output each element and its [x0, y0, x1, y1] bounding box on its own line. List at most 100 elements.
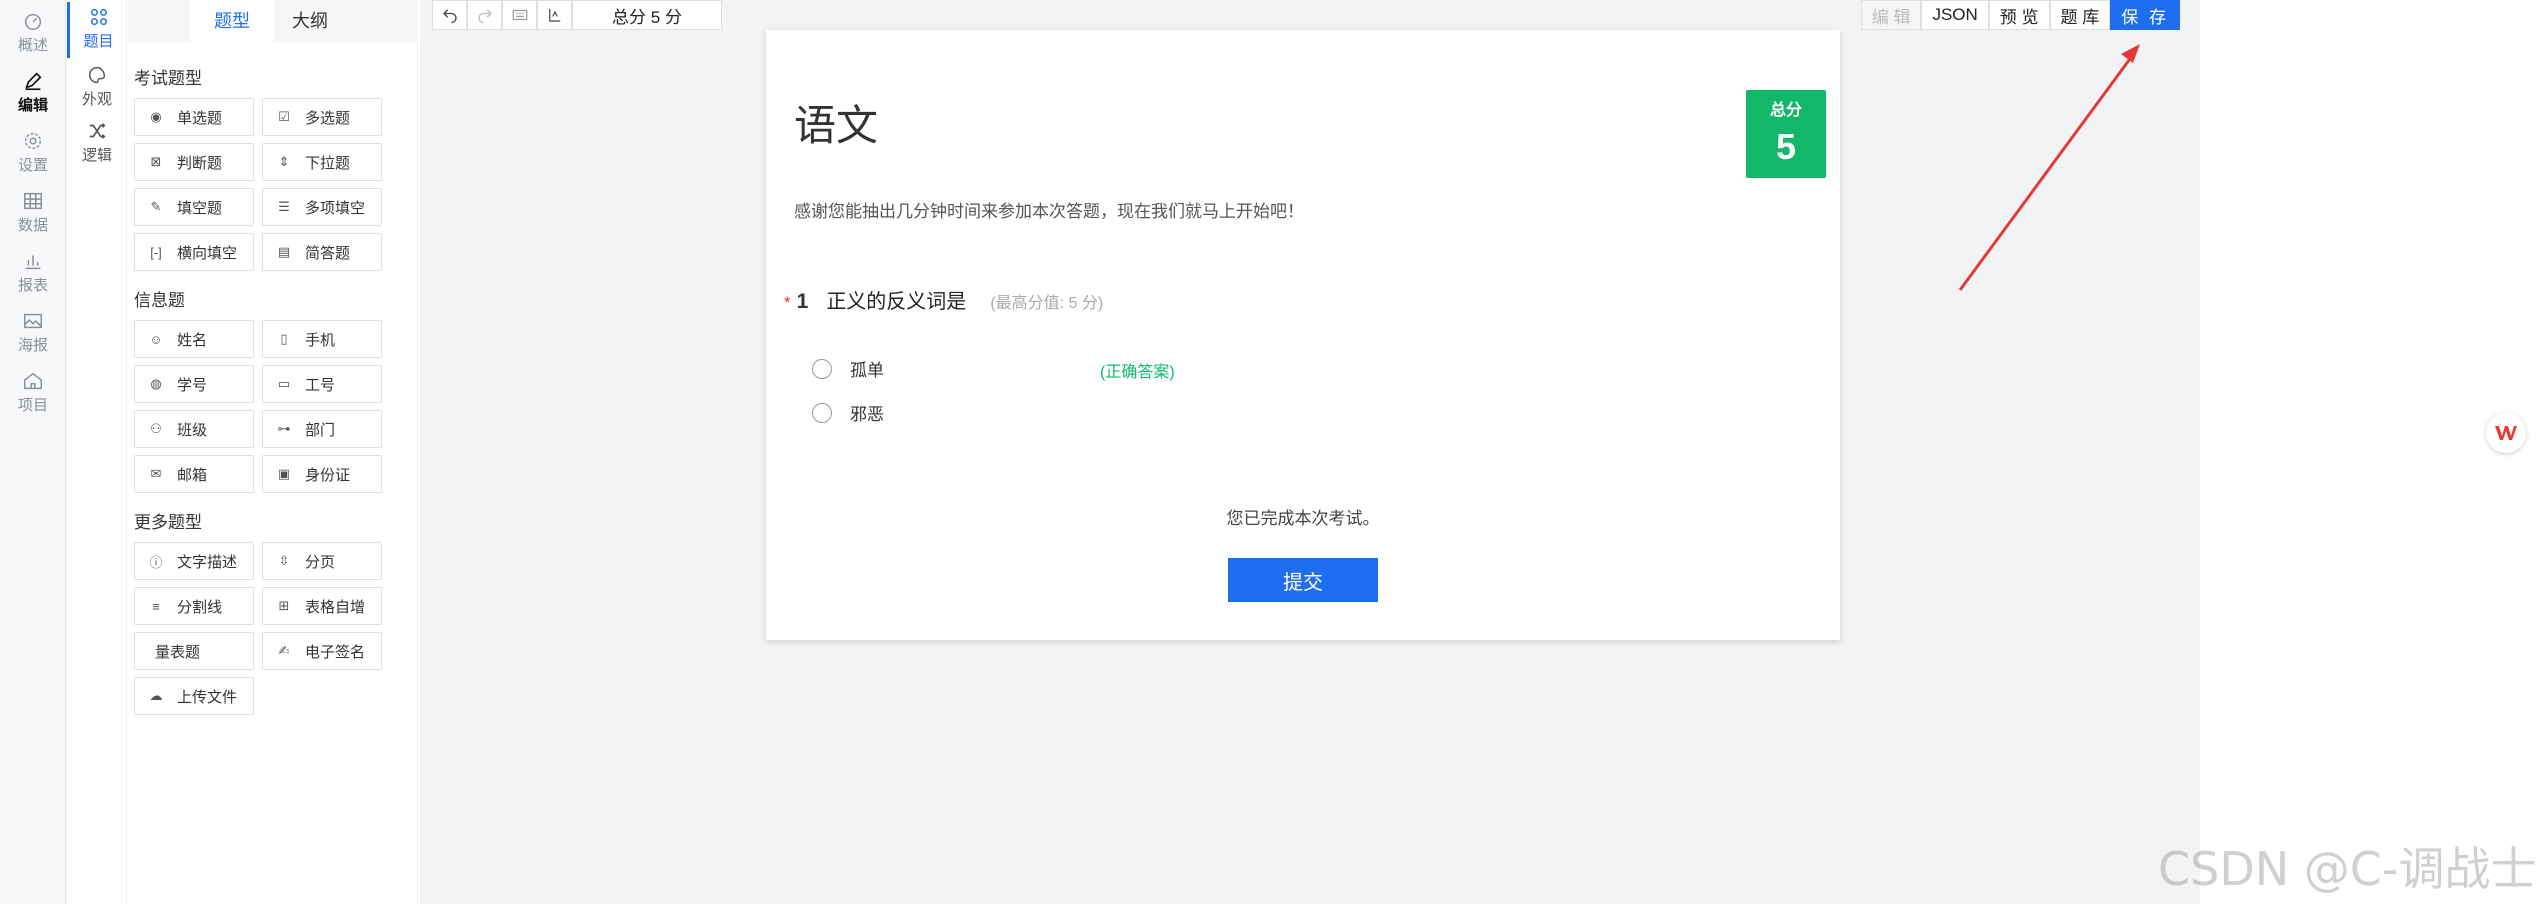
palette-employee-id[interactable]: ▭ 工号 — [262, 365, 382, 403]
palette-label: 单选题 — [177, 109, 223, 127]
palette-phone[interactable]: ▯ 手机 — [262, 320, 382, 358]
grid-icon — [90, 8, 107, 26]
score-badge: 总分 5 — [1746, 90, 1826, 178]
image-icon — [24, 313, 42, 329]
nav-report[interactable]: 报表 — [0, 244, 66, 302]
org-icon: ⊶ — [277, 421, 291, 436]
subnav-questions[interactable]: 题目 — [67, 2, 127, 58]
subnav-appearance[interactable]: 外观 — [67, 60, 127, 116]
undo-icon — [442, 9, 457, 24]
palette-student-id[interactable]: ◍ 学号 — [134, 365, 254, 403]
clear-button[interactable] — [537, 0, 572, 30]
palette-page-break[interactable]: ⇳ 分页 — [262, 542, 382, 580]
radio-button[interactable] — [812, 402, 832, 423]
keyboard-button[interactable] — [502, 0, 537, 30]
palette-multi-fill[interactable]: ☰ 多项填空 — [262, 188, 382, 226]
question-header[interactable]: * 1 正义的反义词是 (最高分值: 5 分) — [784, 285, 1103, 314]
nav-poster-label: 海报 — [17, 337, 48, 354]
paper-description[interactable]: 感谢您能抽出几分钟时间来参加本次答题，现在我们就马上开始吧！ — [794, 197, 1304, 222]
option-2-label: 邪恶 — [850, 405, 884, 424]
nav-edit[interactable]: 编辑 — [0, 64, 66, 122]
wps-float-button[interactable] — [2486, 413, 2526, 453]
palette-name[interactable]: ☺ 姓名 — [134, 320, 254, 358]
palette-dropdown[interactable]: ⇕ 下拉题 — [262, 143, 382, 181]
palette-signature[interactable]: ✍ 电子签名 — [262, 632, 382, 670]
refresh-icon — [548, 9, 560, 22]
right-blank-area — [2200, 0, 2539, 904]
nav-overview[interactable]: 概述 — [0, 4, 66, 62]
palette-id-card[interactable]: ▣ 身份证 — [262, 455, 382, 493]
palette-text-desc[interactable]: ⓘ 文字描述 — [134, 542, 254, 580]
section-exam: 考试题型 — [134, 69, 202, 88]
judge-icon: ⊠ — [150, 154, 162, 169]
palette-horizontal-fill[interactable]: [-] 横向填空 — [134, 233, 254, 271]
stack-icon: ☰ — [278, 199, 290, 214]
palette-judge[interactable]: ⊠ 判断题 — [134, 143, 254, 181]
radio-icon: ◉ — [150, 109, 162, 124]
palette-label: 判断题 — [177, 154, 223, 172]
tab-types[interactable]: 题型 — [190, 0, 274, 42]
redo-button[interactable] — [467, 0, 502, 30]
nav-poster[interactable]: 海报 — [0, 304, 66, 362]
option-2[interactable]: 邪恶 — [812, 400, 884, 425]
main-sidebar: 概述 编辑 设置 数据 报表 海报 项目 — [0, 0, 66, 904]
nav-project[interactable]: 项目 — [0, 364, 66, 422]
question-bank-button[interactable]: 题 库 — [2049, 0, 2111, 30]
cloud-upload-icon: ☁ — [149, 688, 163, 703]
bar-chart-icon — [25, 255, 41, 270]
palette-short-answer[interactable]: ▤ 简答题 — [262, 233, 382, 271]
page-break-icon: ⇳ — [278, 553, 290, 568]
section-info: 信息题 — [134, 291, 185, 310]
shuffle-icon — [89, 123, 106, 139]
json-button[interactable]: JSON — [1921, 0, 1989, 30]
id-card-icon: ▣ — [277, 466, 291, 481]
pen-icon — [25, 72, 42, 91]
editor-actions: 编 辑 JSON 预 览 题 库 保 存 — [1860, 0, 2180, 30]
palette-fill-blank[interactable]: ✎ 填空题 — [134, 188, 254, 226]
save-button[interactable]: 保 存 — [2110, 0, 2180, 30]
id-badge-icon: ◍ — [150, 376, 162, 391]
undo-button[interactable] — [432, 0, 467, 30]
submit-button[interactable]: 提交 — [1228, 558, 1378, 602]
palette-single-choice[interactable]: ◉ 单选题 — [134, 98, 254, 136]
palette-email[interactable]: ✉ 邮箱 — [134, 455, 254, 493]
home-icon — [24, 372, 42, 390]
subnav-logic-label: 逻辑 — [81, 147, 112, 164]
paper-title[interactable]: 语文 — [794, 92, 878, 153]
question-text: 正义的反义词是 — [826, 291, 967, 313]
palette-label: 分页 — [305, 553, 336, 571]
palette-multi-choice[interactable]: ☑ 多选题 — [262, 98, 382, 136]
nav-settings[interactable]: 设置 — [0, 124, 66, 182]
redo-icon — [477, 9, 492, 24]
checkbox-icon: ☑ — [278, 109, 290, 124]
nav-project-label: 项目 — [17, 397, 48, 414]
subnav-appearance-label: 外观 — [81, 91, 112, 108]
nav-report-label: 报表 — [17, 277, 48, 294]
preview-button[interactable]: 预 览 — [1988, 0, 2050, 30]
sort-icon: ⇕ — [278, 154, 290, 169]
palette-label: 分割线 — [177, 598, 223, 616]
palette-scale[interactable]: 量表题 — [134, 632, 254, 670]
option-1[interactable]: 孤单 — [812, 356, 884, 381]
nav-edit-label: 编辑 — [17, 97, 48, 114]
palette-label: 多项填空 — [305, 199, 366, 217]
palette-label: 填空题 — [177, 199, 223, 217]
palette-divider[interactable]: ≡ 分割线 — [134, 587, 254, 625]
palette-class[interactable]: ⚇ 班级 — [134, 410, 254, 448]
palette-label: 文字描述 — [177, 553, 238, 571]
gauge-icon — [24, 13, 42, 30]
lines-icon: ≡ — [152, 598, 160, 614]
palette-table-grow[interactable]: ⊞ 表格自增 — [262, 587, 382, 625]
palette-label: 邮箱 — [177, 466, 208, 484]
keyboard-icon — [512, 9, 527, 21]
palette-upload[interactable]: ☁ 上传文件 — [134, 677, 254, 715]
tab-outline[interactable]: 大纲 — [292, 8, 328, 42]
radio-button[interactable] — [812, 358, 832, 379]
subnav-logic[interactable]: 逻辑 — [67, 116, 127, 172]
edit-button[interactable]: 编 辑 — [1860, 0, 1922, 30]
exam-paper: 语文 总分 5 感谢您能抽出几分钟时间来参加本次答题，现在我们就马上开始吧！ *… — [766, 30, 1840, 640]
palette-department[interactable]: ⊶ 部门 — [262, 410, 382, 448]
table-icon — [24, 192, 42, 210]
palette-label: 部门 — [305, 421, 336, 439]
nav-data[interactable]: 数据 — [0, 184, 66, 242]
